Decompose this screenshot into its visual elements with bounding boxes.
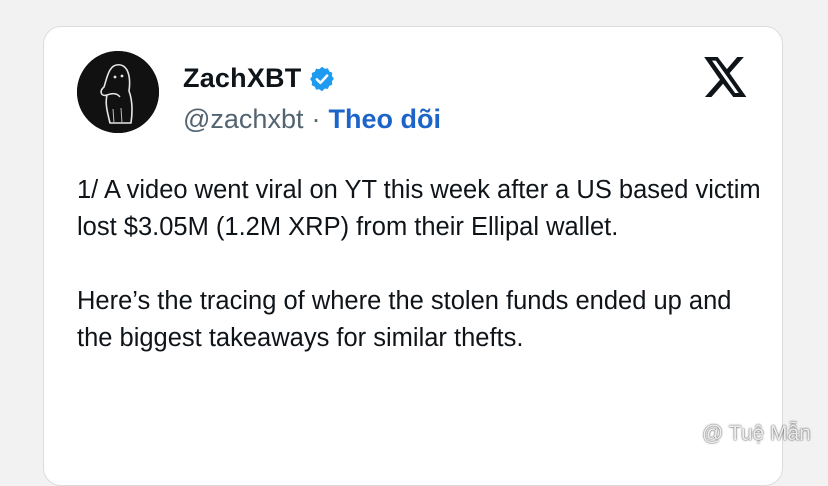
author-display-name[interactable]: ZachXBT (183, 63, 301, 94)
x-logo-icon[interactable] (704, 57, 748, 97)
avatar[interactable] (77, 51, 159, 133)
author-handle-row: @zachxbt · Theo dõi (183, 104, 441, 135)
verified-badge-icon (310, 66, 335, 91)
tweet-paragraph: Here’s the tracing of where the stolen f… (77, 287, 732, 352)
author-name-row: ZachXBT (183, 63, 336, 94)
tweet-card[interactable]: ZachXBT @zachxbt · Theo dõi 1/ A video w… (43, 26, 783, 486)
watermark: @ Tuệ Mẫn (668, 420, 811, 448)
watermark-text: @ Tuệ Mẫn (702, 422, 811, 445)
follow-button[interactable]: Theo dõi (328, 104, 440, 135)
ghost-avatar-icon (77, 51, 159, 133)
author-handle[interactable]: @zachxbt (183, 104, 303, 135)
tweet-text: 1/ A video went viral on YT this week af… (77, 172, 767, 357)
binance-diamond-icon (670, 422, 694, 446)
tweet-paragraph: 1/ A video went viral on YT this week af… (77, 176, 761, 241)
separator-dot: · (311, 104, 321, 134)
